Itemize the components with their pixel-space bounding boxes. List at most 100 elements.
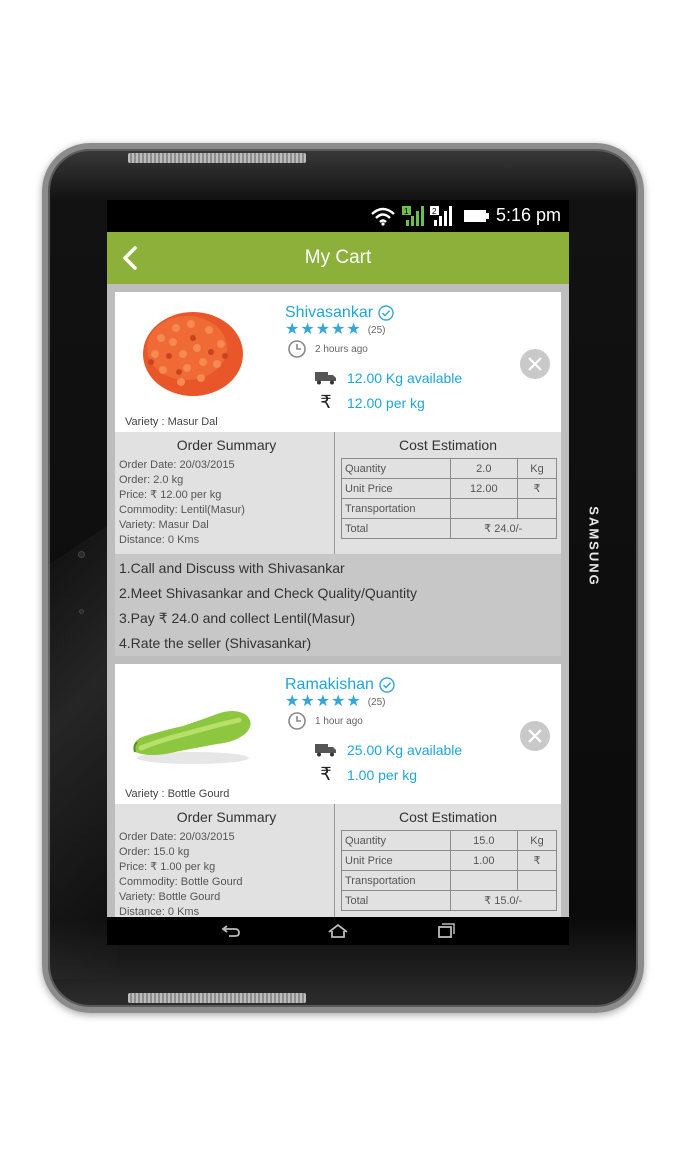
variety-label: Variety : Bottle Gourd [125, 788, 230, 800]
remove-item-button[interactable] [519, 348, 551, 380]
page-title: My Cart [304, 247, 372, 268]
star-icon: ★ [346, 693, 361, 710]
cart-list[interactable]: Variety : Masur Dal Shivasankar ★ ★ ★ ★ … [107, 284, 569, 918]
rating-stars: ★ ★ ★ ★ ★ (25) [285, 694, 386, 710]
remove-item-button[interactable] [519, 720, 551, 752]
table-row: Quantity 15.0 Kg [341, 830, 557, 851]
cart-item-header: Variety : Bottle Gourd Ramakishan ★ ★ ★ … [115, 664, 561, 804]
star-icon: ★ [315, 321, 331, 338]
cost-label: Quantity [341, 458, 451, 479]
table-row: Unit Price 12.00 ₹ [341, 478, 557, 499]
order-quantity: Order: 15.0 kg [119, 846, 190, 858]
cost-total: ₹ 15.0/- [449, 890, 558, 911]
table-row: Quantity 2.0 Kg [341, 458, 557, 479]
seller-name-text: Shivasankar [285, 304, 374, 321]
cart-item: Variety : Masur Dal Shivasankar ★ ★ ★ ★ … [115, 292, 561, 656]
sim2-signal-icon: 2 [429, 205, 452, 226]
rating-count: (25) [367, 696, 386, 708]
product-image-bottle-gourd [133, 711, 251, 764]
cost-unit [517, 870, 557, 891]
status-bar: 1 2 5:16 pm [107, 200, 569, 232]
wifi-icon [371, 207, 395, 226]
unit-price: 12.00 per kg [347, 394, 425, 411]
cost-label: Unit Price [341, 850, 451, 871]
recent-apps-nav-icon[interactable] [433, 922, 457, 940]
available-quantity: 12.00 Kg available [347, 370, 463, 386]
step-call[interactable]: 1.Call and Discuss with Shivasankar [119, 556, 557, 581]
rating-count: (25) [367, 324, 386, 336]
seller-name[interactable]: Ramakishan [285, 676, 395, 694]
star-icon: ★ [285, 693, 300, 710]
home-nav-icon[interactable] [326, 922, 350, 940]
cost-table: Quantity 2.0 Kg Unit Price 12.00 ₹ Trans… [341, 458, 558, 539]
back-nav-icon[interactable] [219, 922, 243, 940]
table-row: Transportation [341, 870, 557, 891]
order-quantity: Order: 2.0 kg [119, 474, 184, 486]
availability-row: 25.00 Kg available [315, 742, 462, 758]
price-row: ₹ 12.00 per kg [315, 392, 425, 413]
sim1-label: 1 [404, 207, 409, 216]
cost-value [449, 870, 519, 891]
bottom-speaker-grille [128, 993, 306, 1003]
cost-estimation-title: Cost Estimation [398, 437, 498, 453]
seller-name[interactable]: Shivasankar [285, 304, 394, 322]
availability-row: 12.00 Kg available [315, 370, 462, 386]
order-price: Price: ₹ 12.00 per kg [119, 489, 222, 501]
front-camera-icon [78, 551, 85, 558]
cost-total: ₹ 24.0/- [449, 518, 558, 539]
order-date: Order Date: 20/03/2015 [119, 459, 235, 471]
cost-estimation-title: Cost Estimation [398, 809, 498, 825]
posted-time: 1 hour ago [287, 711, 363, 731]
step-meet: 2.Meet Shivasankar and Check Quality/Qua… [119, 585, 418, 601]
star-icon: ★ [285, 321, 300, 338]
star-icon: ★ [331, 693, 346, 710]
rupee-icon: ₹ [320, 392, 332, 412]
available-quantity: 25.00 Kg available [347, 742, 463, 758]
cost-value: 1.00 [449, 850, 519, 871]
order-summary: Order Summary Order Date: 20/03/2015 Ord… [115, 432, 335, 554]
star-icon: ★ [300, 321, 315, 338]
star-icon: ★ [315, 693, 331, 710]
posted-time: 2 hours ago [287, 339, 368, 359]
order-variety: Variety: Bottle Gourd [119, 891, 221, 903]
step-pay: 3.Pay ₹ 24.0 and collect Lentil(Masur) [119, 610, 356, 626]
back-arrow-icon[interactable] [117, 244, 145, 272]
cost-label: Transportation [341, 870, 451, 891]
price-row: ₹ 1.00 per kg [315, 764, 417, 785]
cost-value [449, 498, 519, 519]
cost-label: Unit Price [341, 478, 451, 499]
cost-estimation: Cost Estimation Quantity 2.0 Kg Unit Pri… [335, 432, 561, 554]
seller-name-text: Ramakishan [285, 676, 374, 693]
cost-label: Total [341, 890, 451, 911]
next-steps: 1.Call and Discuss with Shivasankar 2.Me… [115, 554, 561, 656]
star-icon: ★ [300, 693, 315, 710]
rating-stars: ★ ★ ★ ★ ★ (25) [285, 322, 386, 338]
status-time: 5:16 pm [495, 205, 561, 225]
clock-icon [288, 712, 306, 730]
cost-label: Transportation [341, 498, 451, 519]
order-date: Order Date: 20/03/2015 [119, 831, 235, 843]
cost-table: Quantity 15.0 Kg Unit Price 1.00 ₹ Trans… [341, 830, 558, 911]
cart-item: Variety : Bottle Gourd Ramakishan ★ ★ ★ … [115, 664, 561, 918]
truck-icon [315, 372, 336, 385]
clock-icon [288, 340, 306, 358]
brand-logo: SAMSUNG [586, 506, 602, 587]
order-distance: Distance: 0 Kms [119, 534, 200, 546]
star-icon: ★ [346, 321, 361, 338]
cost-unit: ₹ [517, 850, 557, 871]
order-summary-title: Order Summary [176, 437, 277, 453]
cost-unit: Kg [517, 830, 557, 851]
table-row: Total ₹ 15.0/- [341, 890, 558, 911]
cart-item-header: Variety : Masur Dal Shivasankar ★ ★ ★ ★ … [115, 292, 561, 432]
rupee-icon: ₹ [320, 764, 332, 784]
order-details: Order Summary Order Date: 20/03/2015 Ord… [115, 432, 561, 554]
cost-value: 15.0 [449, 830, 519, 851]
order-commodity: Commodity: Lentil(Masur) [119, 504, 245, 516]
light-sensor-icon [79, 609, 84, 614]
truck-icon [315, 744, 336, 757]
cost-label: Quantity [341, 830, 451, 851]
step-rate[interactable]: 4.Rate the seller (Shivasankar) [119, 631, 557, 656]
table-row: Total ₹ 24.0/- [341, 518, 558, 539]
sim1-signal-icon: 1 [401, 205, 424, 226]
cost-unit: Kg [517, 458, 557, 479]
